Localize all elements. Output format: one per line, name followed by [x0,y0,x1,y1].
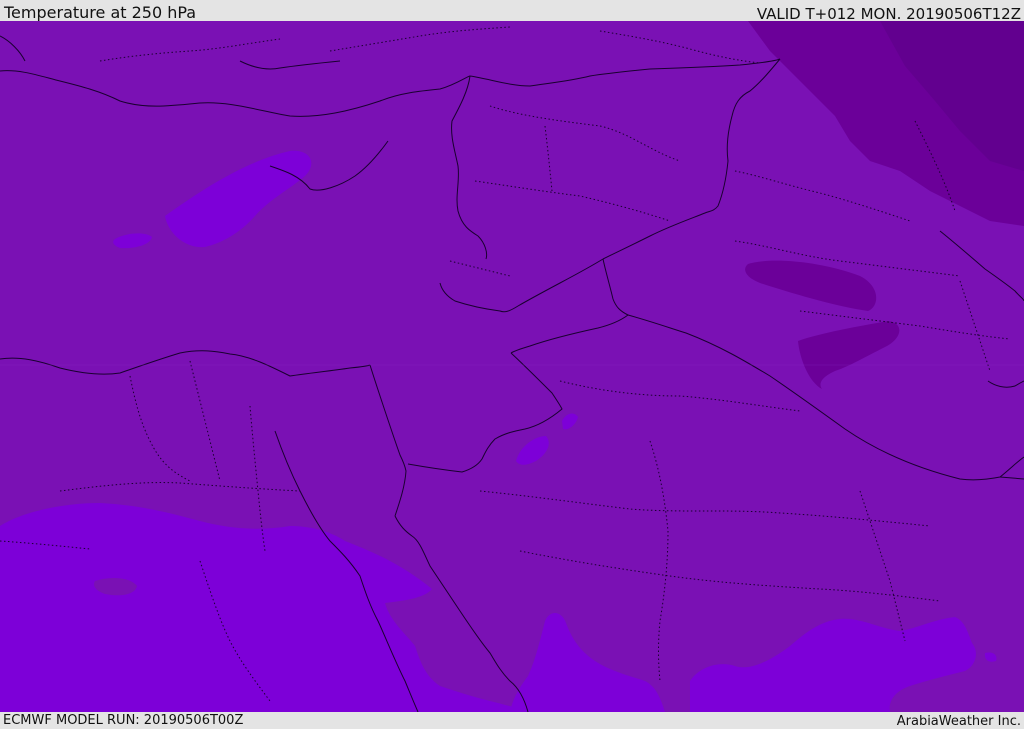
map-canvas[interactable] [0,21,1024,712]
map-title: Temperature at 250 hPa [4,3,197,22]
temperature-map [0,21,1024,712]
weather-map-frame: Temperature at 250 hPa VALID T+012 MON. … [0,0,1024,729]
header-bar: Temperature at 250 hPa VALID T+012 MON. … [0,0,1024,23]
footer-bar: ECMWF MODEL RUN: 20190506T00Z ArabiaWeat… [0,712,1024,729]
credit-label: ArabiaWeather Inc. [896,714,1021,729]
model-run-label: ECMWF MODEL RUN: 20190506T00Z [3,713,244,728]
